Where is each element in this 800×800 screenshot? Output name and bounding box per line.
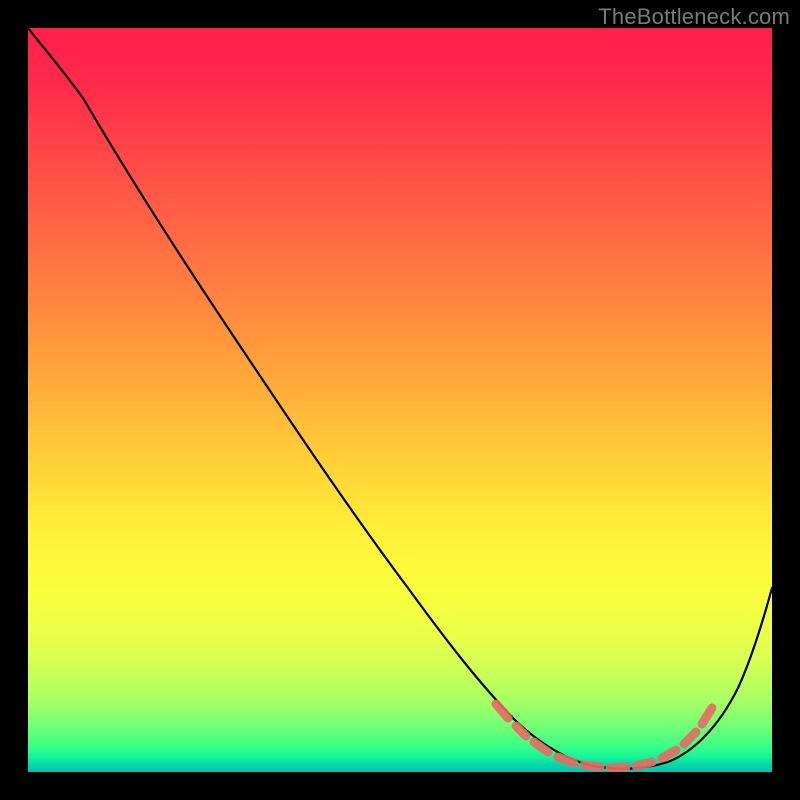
watermark-text: TheBottleneck.com — [598, 4, 790, 30]
curve-path — [28, 28, 772, 769]
marker-dash — [558, 757, 574, 763]
optimal-region-markers — [496, 704, 712, 768]
marker-dash — [584, 765, 600, 767]
bottleneck-curve — [28, 28, 772, 772]
plot-area — [28, 28, 772, 772]
marker-dash — [496, 704, 508, 718]
marker-dash — [702, 708, 712, 724]
marker-dash — [684, 732, 696, 744]
marker-dash — [636, 762, 652, 766]
marker-dash — [662, 750, 676, 758]
chart-frame: TheBottleneck.com — [0, 0, 800, 800]
marker-dash — [534, 742, 548, 752]
marker-dash — [610, 767, 626, 768]
